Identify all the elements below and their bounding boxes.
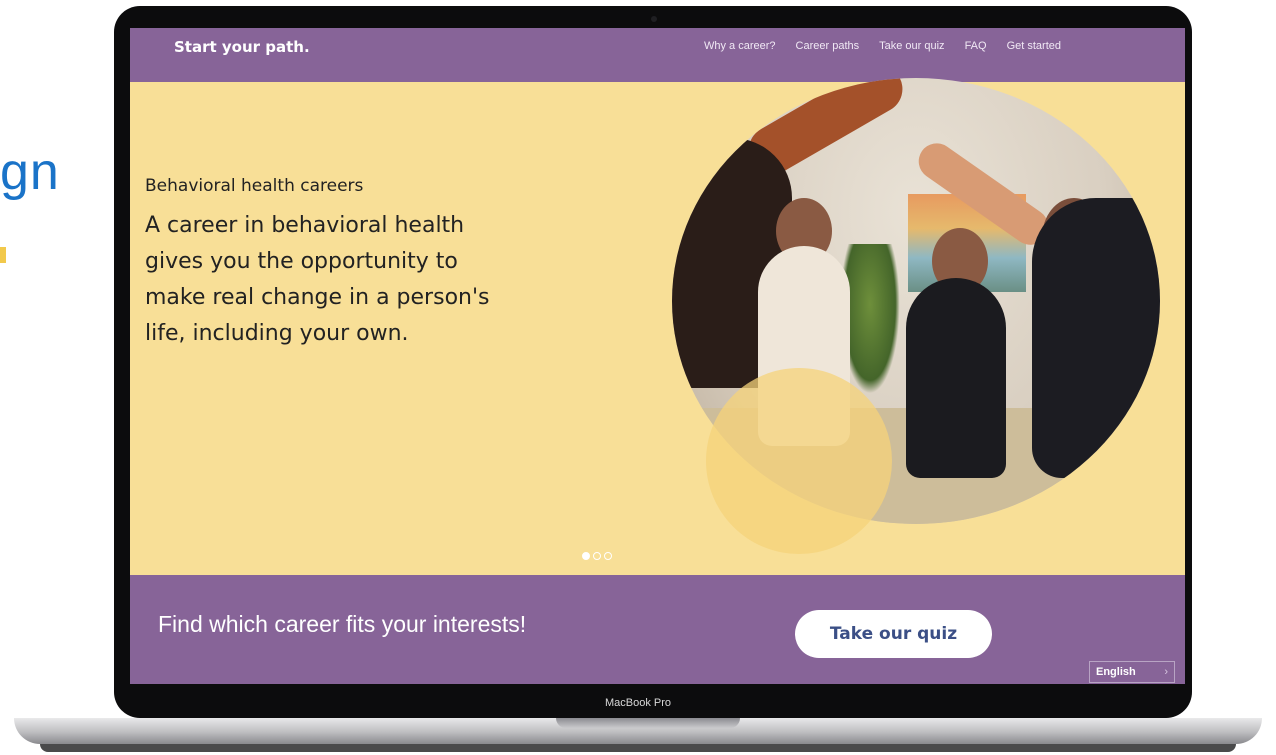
laptop-base-shadow [40,744,1236,752]
carousel-dot-3[interactable] [604,552,612,560]
photo-person [906,278,1006,478]
carousel-dots [582,552,612,560]
photo-person [1032,198,1160,478]
nav-link-take-quiz[interactable]: Take our quiz [879,40,944,52]
hero-title: A career in behavioral health gives you … [145,213,490,346]
hero-kicker: Behavioral health careers [145,176,364,196]
carousel-dot-2[interactable] [593,552,601,560]
language-label: English [1096,666,1136,678]
laptop-model-label: MacBook Pro [604,697,672,709]
nav-link-faq[interactable]: FAQ [965,40,987,52]
nav-link-why-career[interactable]: Why a career? [704,40,776,52]
carousel-dot-1[interactable] [582,552,590,560]
nav-link-career-paths[interactable]: Career paths [796,40,860,52]
language-selector[interactable]: English › [1089,661,1175,683]
take-quiz-button[interactable]: Take our quiz [795,610,992,658]
nav-links: Why a career? Career paths Take our quiz… [704,40,1061,52]
background-accent-mark [0,247,6,263]
laptop-base-notch [556,718,740,728]
quiz-prompt: Find which career fits your interests! [158,611,527,637]
quiz-band: Find which career fits your interests! T… [130,575,1185,684]
laptop-screen: Start your path. Why a career? Career pa… [130,28,1185,684]
background-heading-fragment: gn [0,143,60,201]
chevron-right-icon: › [1164,666,1168,678]
site-navbar: Start your path. Why a career? Career pa… [130,28,1185,82]
brand-logo[interactable]: Start your path. [174,38,310,56]
camera-icon [651,16,657,22]
nav-link-get-started[interactable]: Get started [1007,40,1061,52]
decorative-circle [706,368,892,554]
